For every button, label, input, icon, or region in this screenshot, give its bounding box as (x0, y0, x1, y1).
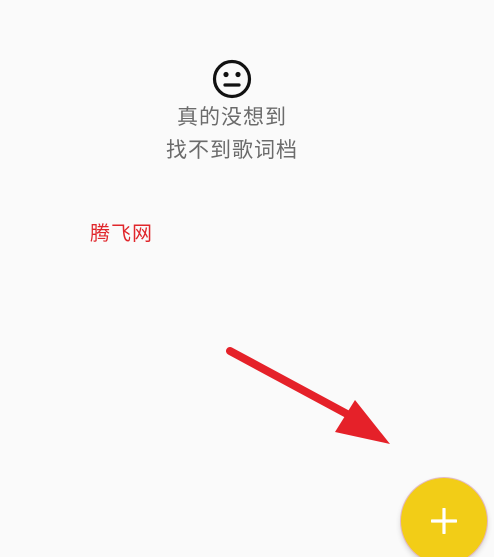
empty-state-message-line1: 真的没想到 (177, 105, 287, 129)
lyrics-screen: 真的没想到 找不到歌词档 腾飞网 (0, 0, 494, 557)
watermark-text: 腾飞网 (90, 221, 153, 245)
add-lyrics-button[interactable] (401, 478, 487, 557)
plus-icon (431, 508, 457, 534)
neutral-face-icon (212, 59, 252, 99)
empty-state-message-line2: 找不到歌词档 (166, 138, 298, 162)
